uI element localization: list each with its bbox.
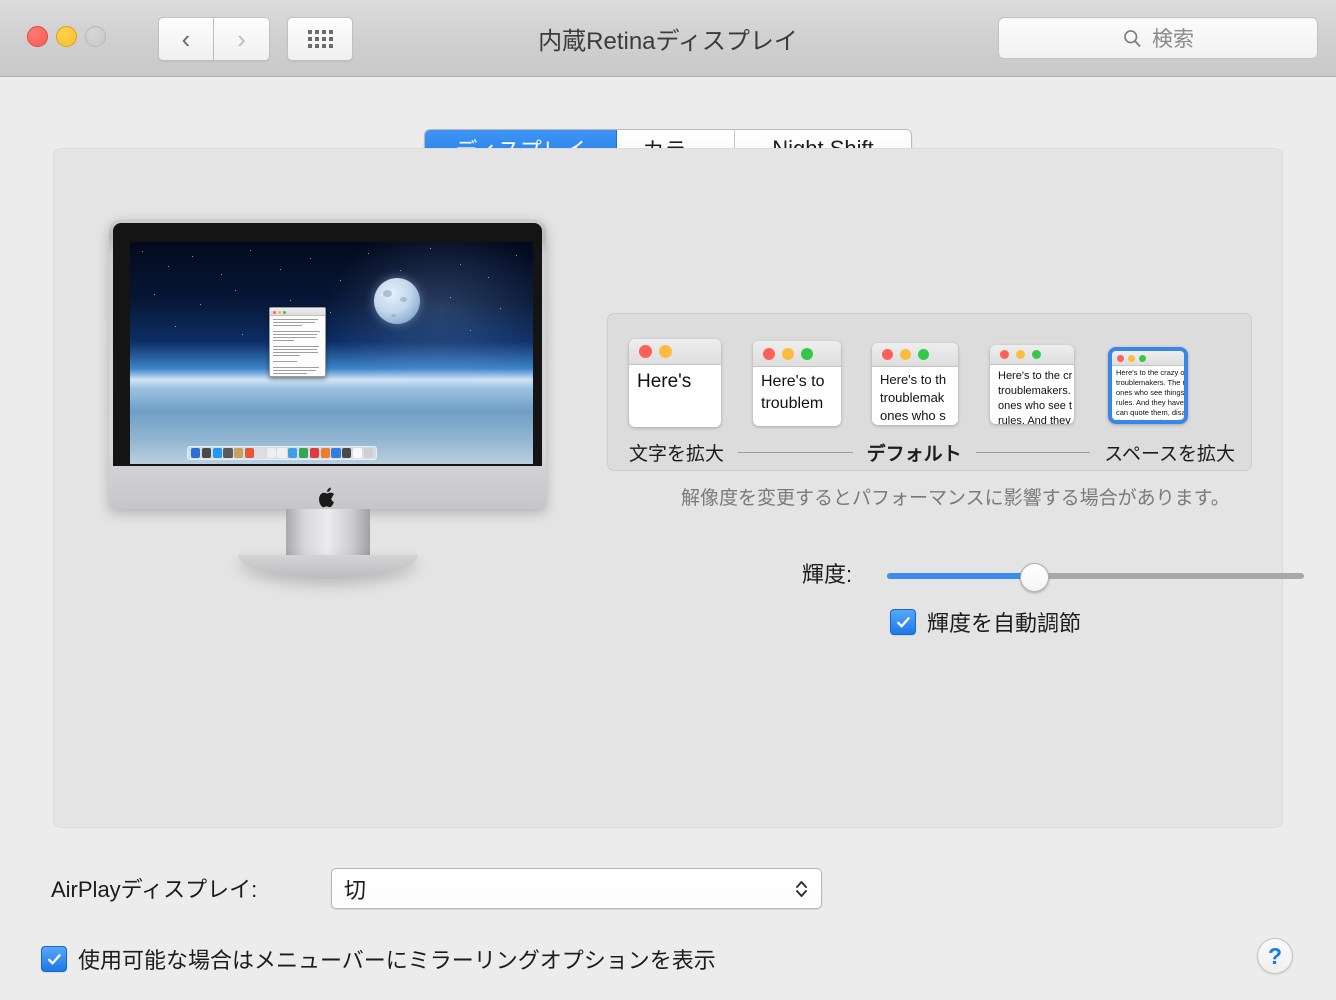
legend-more-space: スペースを拡大: [1104, 444, 1236, 465]
help-button[interactable]: ?: [1257, 938, 1293, 974]
checkmark-icon: [47, 953, 61, 964]
search-field[interactable]: 検索: [998, 17, 1318, 59]
imac-stand-neck: [285, 509, 370, 561]
thumb-titlebar: [990, 345, 1074, 365]
legend-line-left: [738, 452, 853, 453]
airplay-display-dropdown[interactable]: 切: [331, 868, 822, 909]
auto-brightness-row[interactable]: 輝度を自動調節: [890, 606, 1081, 638]
question-mark-icon: ?: [1267, 942, 1283, 969]
scaling-legend: 文字を拡大 デフォルト スペースを拡大: [629, 439, 1235, 466]
preview-window-text: [270, 316, 325, 376]
airplay-display-label: AirPlayディスプレイ:: [51, 877, 258, 902]
scaled-resolution-panel: Here's Here's to troublem Here's to th t…: [607, 313, 1252, 471]
search-placeholder: 検索: [1152, 28, 1194, 51]
window-titlebar: ‹ › 内蔵Retinaディスプレイ 検索: [0, 0, 1336, 77]
thumb-text: Here's to the cr troublemakers. ones who…: [998, 370, 1073, 424]
resolution-thumb-1[interactable]: Here's: [629, 339, 721, 427]
legend-default: デフォルト: [866, 444, 962, 465]
imac-preview-illustration: [109, 219, 546, 594]
resolution-thumb-3[interactable]: Here's to th troublemak ones who s: [872, 343, 958, 425]
thumb-titlebar: [753, 341, 841, 367]
stars-decoration: [130, 242, 533, 464]
resolution-thumb-2[interactable]: Here's to troublem: [753, 341, 841, 426]
imac-screen: [130, 242, 533, 464]
slider-thumb[interactable]: [1020, 563, 1049, 592]
resolution-thumb-5-selected[interactable]: Here's to the crazy one troublemakers. T…: [1108, 347, 1188, 424]
legend-line-right: [975, 452, 1091, 453]
preview-window-titlebar: [270, 308, 325, 316]
imac-body: [109, 219, 546, 509]
show-mirroring-options-checkbox[interactable]: [41, 946, 67, 972]
preview-text-window: [269, 307, 326, 377]
show-mirroring-options-label: 使用可能な場合はメニューバーにミラーリングオプションを表示: [78, 948, 716, 973]
window-title-text: 内蔵Retinaディスプレイ: [538, 28, 798, 55]
imac-stand-foot: [237, 555, 418, 579]
preview-dock: [187, 446, 377, 460]
scaled-resolution-thumbnails: Here's Here's to troublem Here's to th t…: [629, 336, 1235, 432]
apple-logo-icon: [318, 487, 334, 508]
airplay-display-value: 切: [344, 877, 367, 903]
thumb-text: Here's to the crazy one troublemakers. T…: [1116, 368, 1184, 424]
legend-larger-text: 文字を拡大: [629, 444, 725, 465]
thumb-titlebar: [629, 339, 721, 365]
auto-brightness-checkbox[interactable]: [890, 609, 916, 635]
moon-decoration: [374, 278, 420, 324]
chevron-updown-icon: [794, 878, 809, 900]
slider-fill: [887, 573, 1037, 579]
thumb-titlebar: [1112, 351, 1184, 366]
resolution-performance-note: 解像度を変更するとパフォーマンスに影響する場合があります。: [681, 488, 1230, 509]
imac-bezel: [113, 223, 542, 466]
checkmark-icon: [896, 616, 910, 627]
brightness-slider[interactable]: [887, 563, 1304, 592]
thumb-text: Here's: [637, 371, 692, 392]
display-settings-panel: 解像度: ディスプレイのデフォルト 変更 Here's Here's to tr…: [53, 148, 1304, 828]
resolution-thumb-4[interactable]: Here's to the cr troublemakers. ones who…: [990, 345, 1074, 424]
thumb-text: Here's to th troublemak ones who s: [880, 372, 947, 423]
search-icon: [1124, 29, 1141, 47]
brightness-label: 輝度:: [802, 562, 853, 587]
thumb-titlebar: [872, 343, 958, 367]
auto-brightness-label: 輝度を自動調節: [927, 611, 1082, 636]
thumb-text: Here's to troublem: [761, 373, 825, 412]
show-mirroring-options-row[interactable]: 使用可能な場合はメニューバーにミラーリングオプションを表示: [41, 943, 716, 975]
